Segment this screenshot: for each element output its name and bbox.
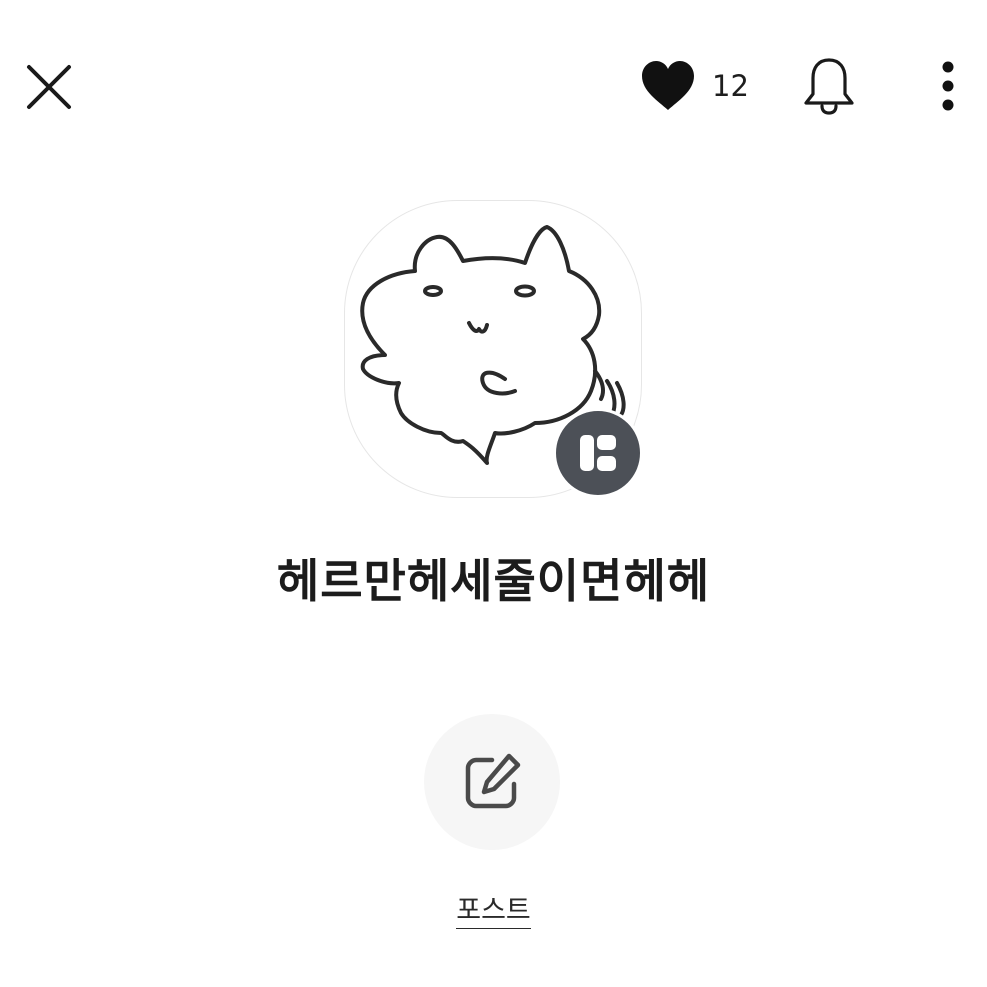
blog-badge bbox=[553, 408, 643, 498]
heart-icon bbox=[642, 61, 694, 110]
write-post-button[interactable] bbox=[424, 714, 560, 850]
more-button[interactable] bbox=[930, 56, 966, 116]
blog-title: 헤르만헤세줄이면헤헤 bbox=[276, 554, 711, 608]
close-button[interactable] bbox=[20, 58, 78, 116]
like-count: 12 bbox=[712, 69, 749, 103]
bell-icon bbox=[804, 58, 854, 115]
close-icon bbox=[27, 65, 71, 109]
post-label[interactable]: 포스트 bbox=[0, 888, 987, 929]
top-bar: 12 bbox=[0, 0, 987, 170]
like-button[interactable] bbox=[638, 58, 698, 114]
notification-button[interactable] bbox=[798, 54, 860, 118]
edit-icon bbox=[465, 753, 521, 809]
more-vertical-icon bbox=[942, 61, 954, 111]
blog-badge-icon bbox=[580, 435, 616, 471]
like-group: 12 bbox=[638, 58, 749, 114]
profile-avatar-area bbox=[344, 200, 644, 500]
post-label-text: 포스트 bbox=[456, 895, 531, 929]
